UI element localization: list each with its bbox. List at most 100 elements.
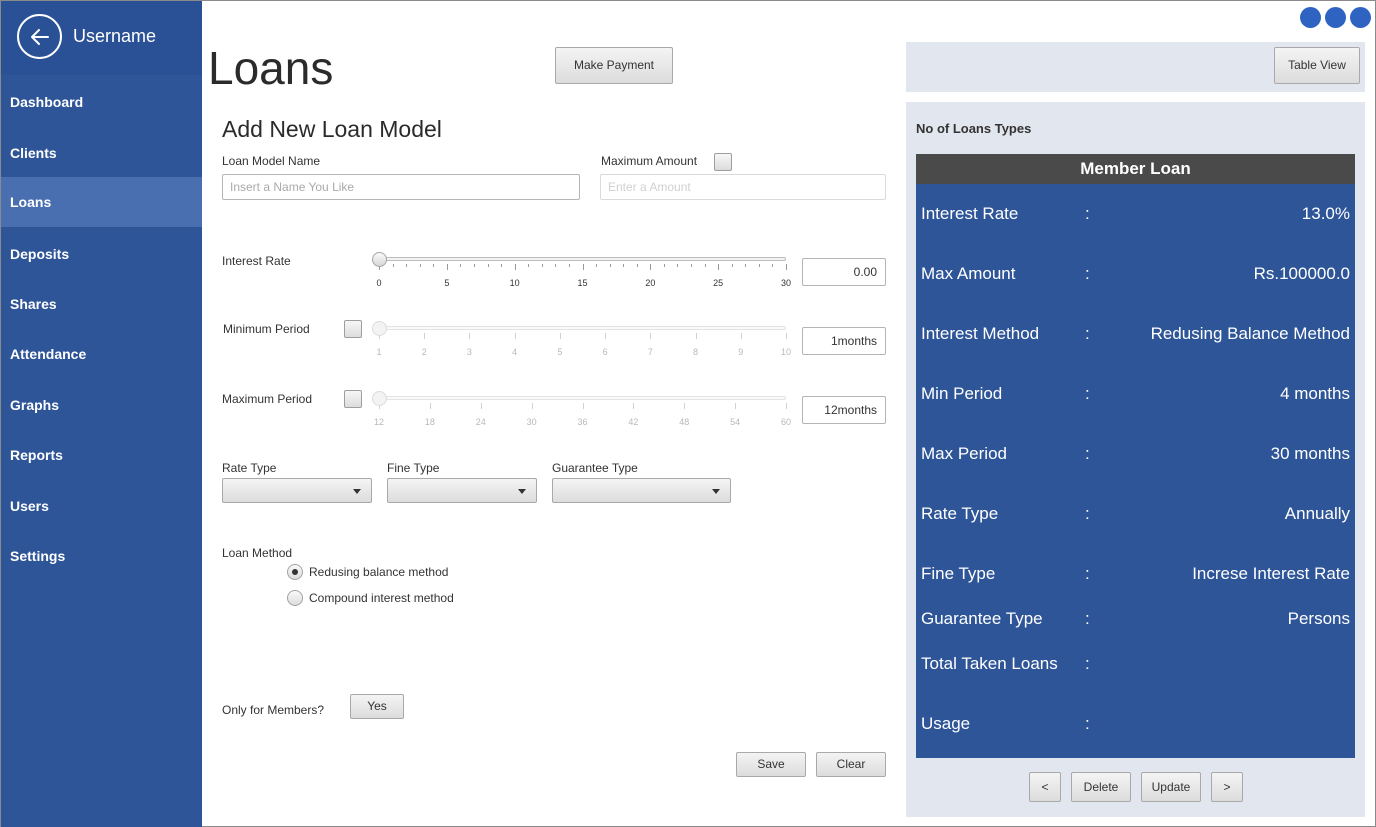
minimum-period-value[interactable]: 1months [802,327,886,355]
loan-types-caption: No of Loans Types [916,121,1032,136]
clear-button[interactable]: Clear [816,752,886,777]
window-dot-2[interactable] [1325,7,1346,28]
detail-key: Usage [921,714,971,733]
username-label: Username [73,26,157,46]
slider-minor-tick [528,264,530,267]
maximum-amount-label: Maximum Amount [601,154,698,168]
slider-thumb[interactable] [372,391,387,406]
slider-major-tick [633,403,635,409]
slider-minor-tick [555,264,557,267]
detail-key: Max Period [921,444,1007,463]
slider-minor-tick [568,264,570,267]
interest-rate-slider[interactable]: 0 5 10 15 20 25 30 [371,252,795,292]
save-button[interactable]: Save [736,752,806,777]
slider-tick-label: 18 [424,417,435,427]
slider-minor-tick [596,264,598,267]
detail-row-usage: Usage : [916,712,1355,736]
app-window: Username Dashboard Clients Loans Deposit… [0,0,1376,827]
slider-major-tick [559,333,561,339]
slider-minor-tick [691,264,693,267]
detail-row-interest-rate: Interest Rate : 13.0% [916,202,1355,226]
maximum-period-value[interactable]: 12months [802,396,886,424]
slider-tick-label: 2 [421,347,427,357]
slider-thumb[interactable] [372,321,387,336]
detail-value: Rs.100000.0 [1253,264,1350,283]
slider-tick-label: 7 [647,347,653,357]
slider-minor-tick [460,264,462,267]
sidebar-item-reports[interactable]: Reports [1,430,202,480]
slider-track[interactable] [379,326,786,330]
previous-button[interactable]: < [1029,772,1061,802]
slider-tick-label: 20 [645,278,656,288]
detail-row-rate-type: Rate Type : Annually [916,502,1355,526]
fine-type-label: Fine Type [387,461,440,475]
guarantee-type-select[interactable] [552,478,731,503]
detail-row-guarantee-type: Guarantee Type : Persons [916,607,1355,631]
slider-tick-label: 60 [780,417,791,427]
window-dot-3[interactable] [1350,7,1371,28]
sidebar-item-users[interactable]: Users [1,481,202,531]
make-payment-button[interactable]: Make Payment [555,47,673,84]
sidebar-item-clients[interactable]: Clients [1,128,202,178]
chevron-down-icon [518,489,526,494]
only-members-yes-button[interactable]: Yes [350,694,404,719]
slider-minor-tick [772,264,774,267]
loan-model-name-label: Loan Model Name [222,154,321,168]
slider-tick-label: 3 [466,347,472,357]
slider-tick-label: 54 [730,417,741,427]
sidebar-item-attendance[interactable]: Attendance [1,329,202,379]
sidebar-item-dashboard[interactable]: Dashboard [1,77,202,127]
slider-thumb[interactable] [372,252,387,267]
fine-type-select[interactable] [387,478,537,503]
maximum-period-slider[interactable]: 12 18 24 30 36 42 48 54 60 [371,391,795,431]
sidebar-item-settings[interactable]: Settings [1,531,202,581]
slider-tick-label: 25 [713,278,724,288]
radio-redusing-balance[interactable] [287,564,303,580]
sidebar-item-shares[interactable]: Shares [1,279,202,329]
rate-type-select[interactable] [222,478,372,503]
slider-major-tick [650,333,652,339]
slider-tick-label: 30 [526,417,537,427]
table-view-button[interactable]: Table View [1274,47,1360,84]
slider-minor-tick [473,264,475,267]
slider-major-tick [480,403,482,409]
minimum-period-checkbox[interactable] [344,320,362,338]
slider-tick-label: 5 [557,347,563,357]
radio-compound-interest[interactable] [287,590,303,606]
delete-button[interactable]: Delete [1071,772,1131,802]
detail-separator: : [1085,324,1090,343]
interest-rate-value[interactable]: 0.00 [802,258,886,286]
form-title: Add New Loan Model [222,116,442,142]
radio-redusing-balance-label[interactable]: Redusing balance method [309,565,448,579]
next-button[interactable]: > [1211,772,1243,802]
slider-major-tick [740,333,742,339]
detail-value: 13.0% [1301,204,1350,223]
detail-value: Redusing Balance Method [1150,324,1350,343]
slider-major-tick [429,403,431,409]
maximum-amount-checkbox[interactable] [714,153,732,171]
slider-minor-tick [392,264,394,267]
minimum-period-slider[interactable]: 1 2 3 4 5 6 7 8 9 10 [371,321,795,361]
detail-separator: : [1085,444,1090,463]
detail-separator: : [1085,504,1090,523]
slider-major-tick [582,403,584,409]
sidebar-item-deposits[interactable]: Deposits [1,229,202,279]
slider-track[interactable] [379,257,786,261]
guarantee-type-label: Guarantee Type [552,461,638,475]
window-dot-1[interactable] [1300,7,1321,28]
radio-compound-interest-label[interactable]: Compound interest method [309,591,454,605]
update-button[interactable]: Update [1141,772,1201,802]
detail-key: Min Period [921,384,1003,403]
arrow-left-icon [31,29,49,45]
back-button[interactable] [17,14,62,59]
sidebar-item-loans[interactable]: Loans [1,177,202,227]
maximum-period-checkbox[interactable] [344,390,362,408]
slider-track[interactable] [379,396,786,400]
sidebar-header: Username [1,1,202,75]
detail-separator: : [1085,204,1090,223]
slider-minor-tick [541,264,543,267]
loan-model-name-input[interactable]: Insert a Name You Like [222,174,580,200]
maximum-amount-input[interactable]: Enter a Amount [600,174,886,200]
sidebar-item-graphs[interactable]: Graphs [1,380,202,430]
slider-tick-label: 10 [780,347,791,357]
